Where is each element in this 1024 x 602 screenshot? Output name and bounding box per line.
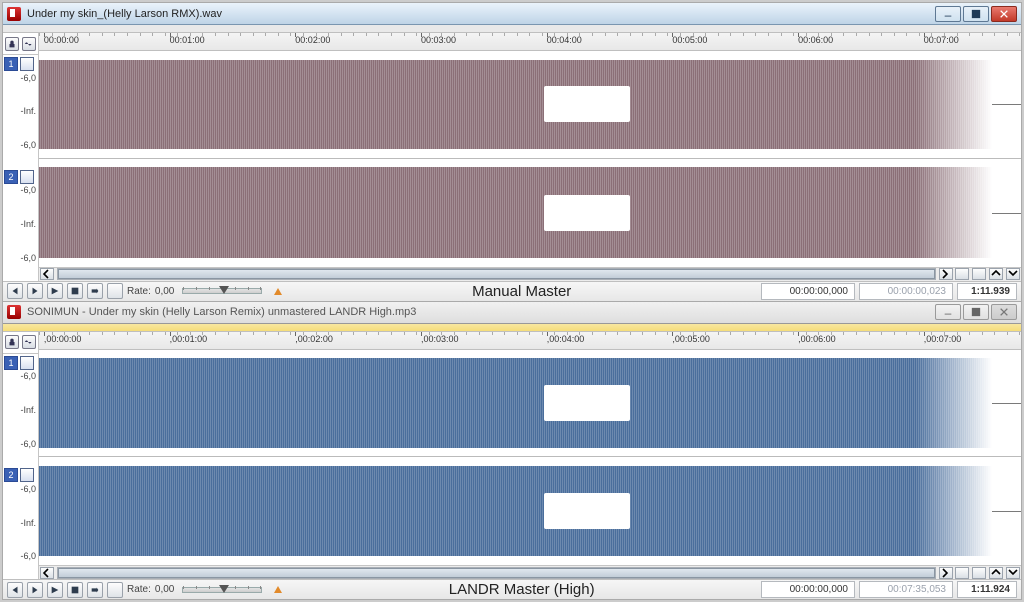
- play-button[interactable]: [47, 582, 63, 598]
- window-title: SONIMUN - Under my skin (Helly Larson Re…: [27, 306, 935, 318]
- rate-value: 0,00: [155, 286, 174, 297]
- close-button[interactable]: [991, 304, 1017, 320]
- zoom-in-button[interactable]: [955, 567, 969, 579]
- rate-slider[interactable]: [182, 587, 262, 593]
- zoom-up-button[interactable]: [989, 268, 1003, 280]
- window-title: Under my skin_(Helly Larson RMX).wav: [27, 8, 935, 20]
- timecode-duration[interactable]: 1:11.939: [957, 283, 1017, 300]
- stop-button[interactable]: [67, 283, 83, 299]
- channel-badge-2[interactable]: 2: [4, 468, 36, 482]
- scroll-right-button[interactable]: [939, 268, 953, 280]
- panel-caption: LANDR Master (High): [286, 581, 757, 598]
- title-bar[interactable]: Under my skin_(Helly Larson RMX).wav: [3, 3, 1021, 25]
- prev-button[interactable]: [7, 582, 23, 598]
- add-button[interactable]: [107, 582, 123, 598]
- stop-button[interactable]: [67, 582, 83, 598]
- rate-label: Rate:: [127, 584, 151, 595]
- waveform-view[interactable]: [39, 350, 1021, 566]
- editor-panel-1: SONIMUN - Under my skin (Helly Larson Re…: [2, 302, 1022, 601]
- channel-badge-1[interactable]: 1: [4, 57, 36, 71]
- rate-label: Rate:: [127, 286, 151, 297]
- horizontal-scroll[interactable]: [39, 267, 1021, 281]
- lock-icon[interactable]: [5, 335, 19, 349]
- prev-button[interactable]: [7, 283, 23, 299]
- play-button[interactable]: [47, 283, 63, 299]
- timecode-end[interactable]: 00:07:35,053: [859, 581, 953, 598]
- amplitude-scale: 1 -6,0 -Inf. -6,0 2 -6,0 -Inf. -6,0: [3, 354, 38, 580]
- overview-strip[interactable]: [3, 324, 1021, 332]
- timecode-start[interactable]: 00:00:00,000: [761, 283, 855, 300]
- scroll-left-button[interactable]: [40, 567, 54, 579]
- editor-panel-0: Under my skin_(Helly Larson RMX).wav 1: [2, 2, 1022, 302]
- rate-value: 0,00: [155, 584, 174, 595]
- channel-badge-1[interactable]: 1: [4, 356, 36, 370]
- rate-slider[interactable]: [182, 288, 262, 294]
- horizontal-scroll[interactable]: [39, 565, 1021, 579]
- scroll-right-button[interactable]: [939, 567, 953, 579]
- wave-toggle-icon[interactable]: [22, 37, 36, 51]
- maximize-button[interactable]: [963, 6, 989, 22]
- wave-toggle-icon[interactable]: [22, 335, 36, 349]
- zoom-down-button[interactable]: [1006, 567, 1020, 579]
- title-bar[interactable]: SONIMUN - Under my skin (Helly Larson Re…: [3, 302, 1021, 324]
- zoom-out-button[interactable]: [972, 567, 986, 579]
- loop-button[interactable]: [87, 582, 103, 598]
- minimize-button[interactable]: [935, 6, 961, 22]
- channel-badge-2[interactable]: 2: [4, 170, 36, 184]
- timecode-end[interactable]: 00:00:00,023: [859, 283, 953, 300]
- status-bar: Rate: 0,00 LANDR Master (High) 00:00:00,…: [3, 579, 1021, 599]
- zoom-up-button[interactable]: [989, 567, 1003, 579]
- waveform-view[interactable]: [39, 51, 1021, 267]
- app-icon: [7, 305, 21, 319]
- close-button[interactable]: [991, 6, 1017, 22]
- timecode-start[interactable]: 00:00:00,000: [761, 581, 855, 598]
- add-button[interactable]: [107, 283, 123, 299]
- lock-icon[interactable]: [5, 37, 19, 51]
- timecode-duration[interactable]: 1:11.924: [957, 581, 1017, 598]
- time-ruler[interactable]: ,00:00:00,00:01:00,00:02:00,00:03:00,00:…: [39, 332, 1021, 350]
- overview-strip[interactable]: [3, 25, 1021, 33]
- app-icon: [7, 7, 21, 21]
- loop-button[interactable]: [87, 283, 103, 299]
- time-ruler[interactable]: 00:00:0000:01:0000:02:0000:03:0000:04:00…: [39, 33, 1021, 51]
- scroll-left-button[interactable]: [40, 268, 54, 280]
- panel-caption: Manual Master: [286, 283, 757, 300]
- status-bar: Rate: 0,00 Manual Master 00:00:00,000 00…: [3, 281, 1021, 301]
- maximize-button[interactable]: [963, 304, 989, 320]
- zoom-down-button[interactable]: [1006, 268, 1020, 280]
- zoom-in-button[interactable]: [955, 268, 969, 280]
- next-button[interactable]: [27, 582, 43, 598]
- next-button[interactable]: [27, 283, 43, 299]
- rate-marker-icon: [274, 288, 282, 295]
- amplitude-scale: 1 -6,0 -Inf. -6,0 2 -6,0 -Inf. -6,0: [3, 55, 38, 281]
- rate-marker-icon: [274, 586, 282, 593]
- zoom-out-button[interactable]: [972, 268, 986, 280]
- minimize-button[interactable]: [935, 304, 961, 320]
